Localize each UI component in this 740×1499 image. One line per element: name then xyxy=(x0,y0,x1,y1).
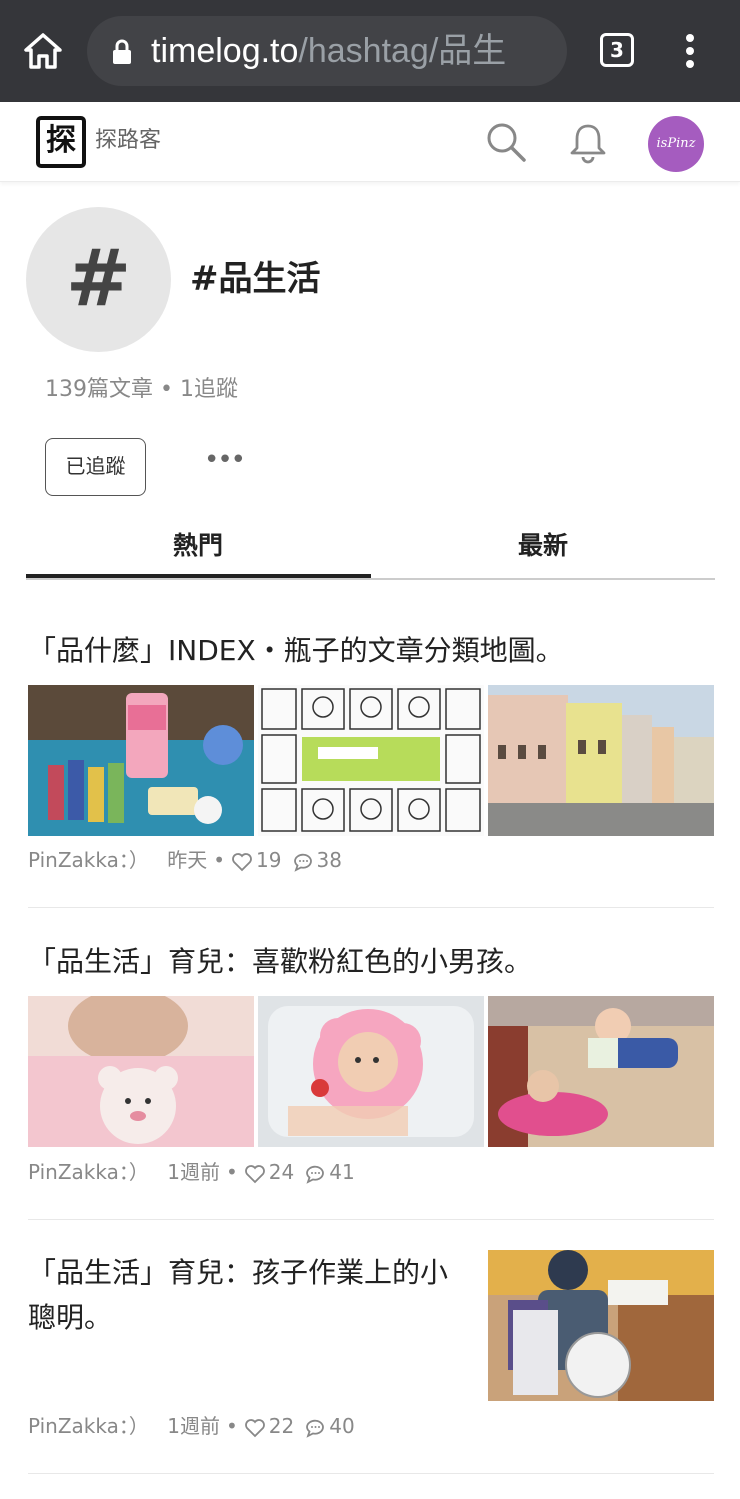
address-bar[interactable]: timelog.to/hashtag/品生 xyxy=(87,16,567,86)
author-name[interactable]: PinZakka：） xyxy=(28,848,149,872)
comment-count: 41 xyxy=(329,1160,355,1184)
author-name[interactable]: PinZakka：） xyxy=(28,1414,149,1438)
tab-switcher-button[interactable]: 3 xyxy=(600,33,634,67)
thumbnail-image[interactable] xyxy=(488,685,714,836)
thumbnail-image[interactable] xyxy=(488,1250,714,1401)
user-avatar[interactable]: isPinz xyxy=(648,116,704,172)
post-time: 昨天 xyxy=(167,848,208,872)
tab-popular[interactable]: 熱門 xyxy=(26,520,370,578)
comment-icon[interactable] xyxy=(304,1164,326,1184)
url-host: timelog.to xyxy=(151,32,299,70)
search-icon[interactable] xyxy=(484,120,528,164)
comment-icon[interactable] xyxy=(304,1418,326,1438)
tab-bar: 熱門 最新 xyxy=(26,520,715,580)
article-card[interactable]: 「品什麼」INDEX・瓶子的文章分類地圖。 PinZakka：） 昨天 • 19… xyxy=(28,624,714,908)
site-name[interactable]: 探路客 xyxy=(95,125,161,157)
hash-symbol: # xyxy=(65,234,132,324)
article-thumbnails xyxy=(28,996,714,1147)
article-card[interactable]: 「品生活」育兒：喜歡粉紅色的小男孩。 PinZakka：） 1週前 • 24 4… xyxy=(28,935,714,1220)
article-meta: PinZakka：） 昨天 • 19 38 xyxy=(28,848,342,872)
hashtag-avatar: # xyxy=(26,207,171,352)
thumbnail-image[interactable] xyxy=(488,996,714,1147)
post-time: 1週前 xyxy=(167,1414,220,1438)
site-header: 探 探路客 isPinz xyxy=(0,102,740,182)
comment-icon[interactable] xyxy=(292,852,314,872)
like-count: 22 xyxy=(268,1414,295,1438)
more-options-button[interactable]: ••• xyxy=(200,440,248,480)
overflow-menu-icon[interactable] xyxy=(680,30,700,72)
thumbnail-image[interactable] xyxy=(258,996,484,1147)
author-name[interactable]: PinZakka：） xyxy=(28,1160,149,1184)
bell-icon[interactable] xyxy=(566,120,610,164)
site-logo[interactable]: 探 xyxy=(36,116,86,168)
browser-toolbar: timelog.to/hashtag/品生 3 xyxy=(0,0,740,102)
lock-icon xyxy=(113,39,131,64)
heart-icon[interactable] xyxy=(244,1164,266,1184)
thumbnail-image[interactable] xyxy=(28,996,254,1147)
article-thumbnails xyxy=(28,685,714,836)
article-meta: PinZakka：） 1週前 • 22 40 xyxy=(28,1414,355,1438)
like-count: 24 xyxy=(268,1160,295,1184)
tab-latest[interactable]: 最新 xyxy=(371,520,715,578)
article-meta: PinZakka：） 1週前 • 24 41 xyxy=(28,1160,355,1184)
post-time: 1週前 xyxy=(167,1160,220,1184)
heart-icon[interactable] xyxy=(244,1418,266,1438)
url-path: /hashtag/品生 xyxy=(298,32,507,70)
thumbnail-image[interactable] xyxy=(258,685,484,836)
article-title[interactable]: 「品生活」育兒：孩子作業上的小聰明。 xyxy=(28,1250,468,1340)
following-button[interactable]: 已追蹤 xyxy=(45,438,146,496)
comment-count: 38 xyxy=(316,848,342,872)
url-text: timelog.to/hashtag/品生 xyxy=(151,30,506,72)
active-tab-indicator xyxy=(26,574,371,578)
home-icon[interactable] xyxy=(22,30,64,72)
article-title[interactable]: 「品什麼」INDEX・瓶子的文章分類地圖。 xyxy=(28,628,564,673)
like-count: 19 xyxy=(256,848,282,872)
hashtag-stats: 139篇文章 • 1追蹤 xyxy=(45,377,238,402)
hashtag-title: #品生活 xyxy=(190,259,321,299)
article-card[interactable]: 「品生活」育兒：孩子作業上的小聰明。 PinZakka：） 1週前 • 22 40 xyxy=(28,1246,714,1474)
comment-count: 40 xyxy=(329,1414,355,1438)
thumbnail-image[interactable] xyxy=(28,685,254,836)
heart-icon[interactable] xyxy=(231,852,253,872)
article-title[interactable]: 「品生活」育兒：喜歡粉紅色的小男孩。 xyxy=(28,939,532,984)
